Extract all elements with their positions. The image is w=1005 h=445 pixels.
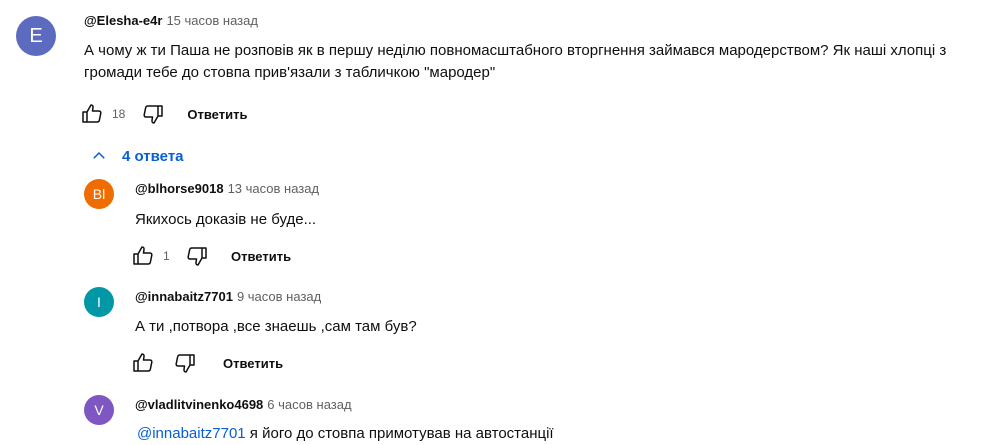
- avatar[interactable]: E: [16, 16, 56, 56]
- reply-button[interactable]: Ответить: [223, 356, 283, 371]
- comment-author[interactable]: @Elesha-e4r 15 часов назад: [84, 13, 258, 28]
- author-handle[interactable]: @blhorse9018: [135, 181, 224, 196]
- reply-author[interactable]: @vladlitvinenko4698 6 часов назад: [135, 397, 352, 412]
- reply-actions: 1 Ответить: [131, 244, 291, 268]
- like-icon[interactable]: [80, 102, 104, 126]
- reply-author[interactable]: @innabaitz7701 9 часов назад: [135, 289, 321, 304]
- author-handle[interactable]: @innabaitz7701: [135, 289, 233, 304]
- reply-button[interactable]: Ответить: [231, 249, 291, 264]
- dislike-icon[interactable]: [141, 102, 165, 126]
- avatar-letter: V: [94, 402, 104, 418]
- reply-time[interactable]: 6 часов назад: [267, 397, 351, 412]
- reply-text: А ти ,потвора ,все знаешь ,сам там був?: [135, 318, 417, 335]
- avatar[interactable]: Bl: [84, 179, 114, 209]
- comment-actions: 18 Ответить: [80, 102, 247, 126]
- replies-count[interactable]: 4 ответа: [122, 148, 184, 165]
- reply-time[interactable]: 9 часов назад: [237, 289, 321, 304]
- reply-text-content: я його до стовпа примотував на автостанц…: [245, 425, 554, 442]
- avatar-letter: Bl: [92, 186, 106, 202]
- reply-text: @innabaitz7701 я його до стовпа примотув…: [137, 423, 554, 445]
- mention-link[interactable]: @innabaitz7701: [137, 425, 246, 442]
- avatar[interactable]: I: [84, 287, 114, 317]
- avatar-letter: E: [29, 24, 43, 47]
- reply-text: Якихось доказів не буде...: [135, 211, 317, 228]
- avatar[interactable]: V: [84, 395, 114, 425]
- replies-toggle[interactable]: 4 ответа: [90, 147, 184, 165]
- like-count: 1: [163, 249, 170, 263]
- comment-time[interactable]: 15 часов назад: [166, 13, 258, 28]
- like-icon[interactable]: [131, 351, 155, 375]
- author-handle[interactable]: @Elesha-e4r: [84, 13, 162, 28]
- reply-author[interactable]: @blhorse9018 13 часов назад: [135, 181, 319, 196]
- like-icon[interactable]: [131, 244, 155, 268]
- dislike-icon[interactable]: [173, 351, 197, 375]
- like-count: 18: [112, 107, 126, 121]
- chevron-up-icon: [90, 147, 108, 165]
- reply-time[interactable]: 13 часов назад: [228, 181, 320, 196]
- dislike-icon[interactable]: [185, 244, 209, 268]
- reply-button[interactable]: Ответить: [187, 107, 247, 122]
- comment-text: А чому ж ти Паша не розповів як в першу …: [84, 42, 947, 81]
- avatar-letter: I: [97, 294, 101, 310]
- reply-actions: Ответить: [131, 351, 283, 375]
- author-handle[interactable]: @vladlitvinenko4698: [135, 397, 263, 412]
